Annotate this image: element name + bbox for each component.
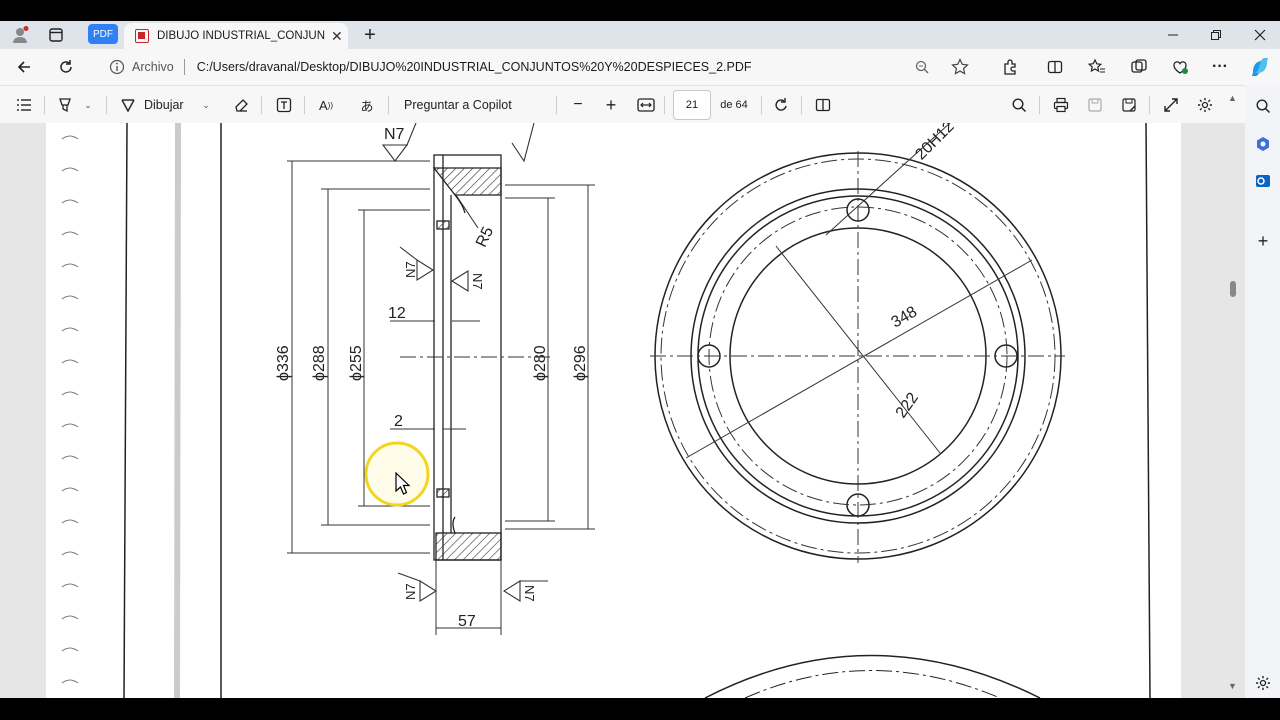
add-text-icon[interactable] xyxy=(274,95,294,115)
vertical-scrollbar[interactable]: ▲ ▼ xyxy=(1226,91,1240,695)
read-aloud-icon[interactable]: A)) xyxy=(316,95,336,115)
tab-actions-icon[interactable] xyxy=(46,25,66,45)
roughness-label: N7 xyxy=(470,273,485,290)
sidebar-search-icon[interactable] xyxy=(1253,96,1273,116)
draw-icon[interactable] xyxy=(118,95,138,115)
zoom-icon[interactable] xyxy=(912,57,932,77)
toolbar-separator xyxy=(304,96,305,114)
roughness-label: N7 xyxy=(522,585,537,602)
contents-icon[interactable] xyxy=(14,95,34,115)
os-bottom-strip xyxy=(0,698,1280,720)
profile-icon[interactable] xyxy=(10,25,30,45)
url-text: C:/Users/dravanal/Desktop/DIBUJO%20INDUS… xyxy=(196,60,752,74)
close-tab-icon[interactable]: ✕ xyxy=(331,28,343,45)
add-sidebar-app-icon[interactable]: + xyxy=(1253,231,1273,251)
refresh-icon[interactable] xyxy=(56,57,76,77)
split-screen-icon[interactable] xyxy=(1045,57,1065,77)
pdf-badge: PDF xyxy=(88,24,118,44)
mouse-cursor-icon xyxy=(395,471,411,496)
page-view-icon[interactable] xyxy=(813,95,833,115)
erase-icon[interactable] xyxy=(231,95,251,115)
roughness-label: N7 xyxy=(403,261,418,278)
extensions-icon[interactable] xyxy=(1000,57,1020,77)
fit-page-icon[interactable] xyxy=(636,95,656,115)
diameter-296-label: ϕ296 xyxy=(572,345,589,381)
toolbar-separator xyxy=(801,96,802,114)
hole-tolerance-label: 20H12 xyxy=(912,123,957,164)
close-window-icon[interactable] xyxy=(1250,25,1270,45)
diameter-336-label: ϕ336 xyxy=(275,345,292,381)
save-as-icon[interactable] xyxy=(1119,95,1139,115)
info-icon[interactable] xyxy=(109,59,125,75)
dimension-2-label: 2 xyxy=(394,413,403,430)
dimension-57-label: 57 xyxy=(458,613,476,630)
url-divider xyxy=(183,59,185,75)
favorites-icon[interactable] xyxy=(1087,57,1107,77)
toolbar-separator xyxy=(388,96,389,114)
print-icon[interactable] xyxy=(1051,95,1071,115)
sidebar-settings-icon[interactable] xyxy=(1253,673,1273,693)
edge-sidebar: + xyxy=(1245,85,1280,698)
zoom-in-icon[interactable]: + xyxy=(601,95,621,115)
toolbar-separator xyxy=(261,96,262,114)
favorite-star-icon[interactable] xyxy=(950,57,970,77)
pdf-toolbar: ⌄ Dibujar ⌄ A)) あ Preguntar a Copilot − … xyxy=(0,85,1245,124)
collections-icon[interactable] xyxy=(1129,57,1149,77)
new-tab-icon[interactable]: + xyxy=(360,24,380,46)
scroll-up-icon[interactable]: ▲ xyxy=(1228,93,1237,103)
restore-icon[interactable] xyxy=(1206,25,1226,45)
roughness-label: N7 xyxy=(403,583,418,600)
scheme-label: Archivo xyxy=(132,60,174,74)
find-icon[interactable] xyxy=(1009,95,1029,115)
toolbar-separator xyxy=(106,96,107,114)
diameter-288-label: ϕ288 xyxy=(311,345,328,381)
toolbar-separator xyxy=(556,96,557,114)
highlight-icon[interactable] xyxy=(55,95,75,115)
tab-title: DIBUJO INDUSTRIAL_CONJUNTOS xyxy=(157,30,325,42)
diameter-255-label: ϕ255 xyxy=(348,345,365,381)
translate-icon[interactable]: あ xyxy=(357,95,377,115)
fullscreen-icon[interactable] xyxy=(1161,95,1181,115)
os-top-strip xyxy=(0,0,1280,21)
draw-button[interactable]: Dibujar xyxy=(144,95,194,115)
page-total-label: de 64 xyxy=(720,99,748,111)
diameter-280-label: ϕ280 xyxy=(532,345,549,381)
settings-icon[interactable] xyxy=(1195,95,1215,115)
pdf-viewer[interactable]: N7 R5 ϕ336 ϕ288 ϕ255 ϕ280 ϕ296 12 2 57 N… xyxy=(0,123,1245,698)
browser-essentials-icon[interactable] xyxy=(1170,57,1190,77)
toolbar-separator xyxy=(1039,96,1040,114)
dimension-12-label: 12 xyxy=(388,305,406,322)
copilot-sidebar-icon[interactable] xyxy=(1253,134,1273,154)
ask-copilot-button[interactable]: Preguntar a Copilot xyxy=(404,95,534,115)
outlook-icon[interactable] xyxy=(1253,171,1273,191)
toolbar-separator xyxy=(761,96,762,114)
toolbar-separator xyxy=(664,96,665,114)
minimize-icon[interactable] xyxy=(1163,25,1183,45)
copilot-icon[interactable] xyxy=(1248,55,1272,79)
scroll-down-icon[interactable]: ▼ xyxy=(1228,681,1237,691)
address-field[interactable]: Archivo C:/Users/dravanal/Desktop/DIBUJO… xyxy=(97,53,987,81)
more-options-icon[interactable]: ··· xyxy=(1210,57,1230,77)
rotate-icon[interactable] xyxy=(771,95,791,115)
radius-label: R5 xyxy=(473,224,497,250)
toolbar-separator xyxy=(1149,96,1150,114)
zoom-out-icon[interactable]: − xyxy=(568,95,588,115)
save-icon[interactable] xyxy=(1085,95,1105,115)
scrollbar-thumb[interactable] xyxy=(1230,281,1236,297)
toolbar-separator xyxy=(44,96,45,114)
dimension-222-label: 222 xyxy=(893,390,922,422)
technical-drawing: N7 R5 ϕ336 ϕ288 ϕ255 ϕ280 ϕ296 12 2 57 N… xyxy=(61,123,1151,698)
page-number-input[interactable]: 21 xyxy=(673,90,711,120)
draw-dropdown-icon[interactable]: ⌄ xyxy=(199,95,213,115)
roughness-label: N7 xyxy=(384,126,405,143)
tab-active[interactable]: DIBUJO INDUSTRIAL_CONJUNTOS ✕ xyxy=(124,23,348,49)
highlight-dropdown-icon[interactable]: ⌄ xyxy=(81,95,95,115)
pdf-file-icon xyxy=(135,29,149,43)
back-icon[interactable] xyxy=(14,57,34,77)
